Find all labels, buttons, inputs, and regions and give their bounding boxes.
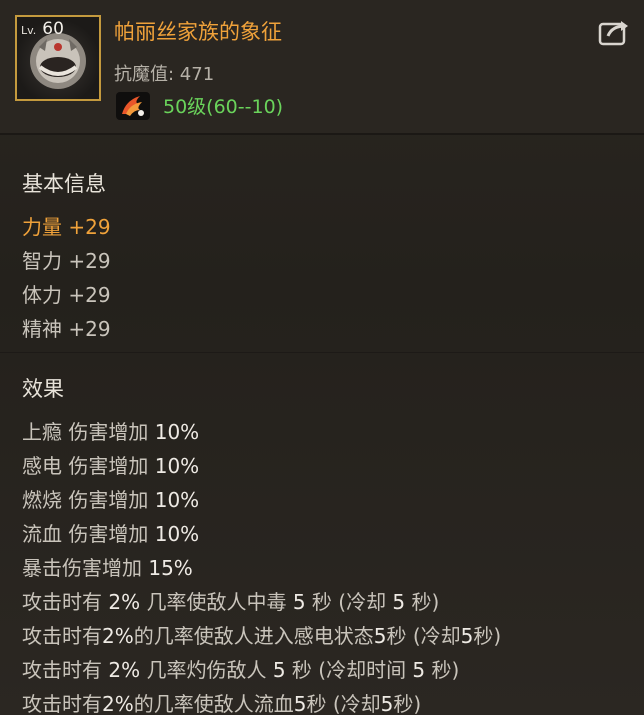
effect-text: 秒) — [425, 658, 460, 682]
attribute-label: 力量 — [22, 215, 62, 239]
effect-number: 5 — [392, 590, 406, 614]
effect-row: 上瘾 伤害增加 10% — [22, 416, 199, 445]
effect-row: 攻击时有 2% 几率使敌人中毒 5 秒 (冷却 5 秒) — [22, 586, 439, 615]
effect-number: 5 — [380, 692, 394, 715]
effect-number: 10% — [154, 454, 200, 478]
attribute-value: +29 — [68, 215, 111, 239]
flame-bird-icon — [122, 96, 144, 116]
effect-text: 几率灼伤敌人 — [140, 658, 273, 682]
effect-number: 2% — [102, 692, 134, 715]
effect-text: 流血 伤害增加 — [22, 522, 155, 546]
effect-text: 攻击时有 — [22, 590, 109, 614]
effect-text: 的几率使敌人流血 — [133, 692, 294, 715]
effect-row: 暴击伤害增加 15% — [22, 552, 193, 581]
effect-text: 秒) — [405, 590, 440, 614]
attribute-row: 智力 +29 — [22, 245, 111, 274]
attribute-value: +29 — [68, 317, 111, 341]
header-divider — [0, 133, 644, 135]
attribute-row: 力量 +29 — [22, 211, 111, 240]
effect-text: 秒 (冷却 — [305, 590, 393, 614]
item-icon-frame[interactable]: Lv. 60 — [15, 15, 101, 101]
effect-text: 燃烧 伤害增加 — [22, 488, 155, 512]
effect-row: 流血 伤害增加 10% — [22, 518, 199, 547]
section-divider — [0, 352, 644, 353]
effect-text: 秒) — [393, 692, 422, 715]
effects-title: 效果 — [22, 377, 64, 401]
effect-row: 攻击时有 2% 几率灼伤敌人 5 秒 (冷却时间 5 秒) — [22, 654, 459, 683]
attribute-label: 精神 — [22, 317, 62, 341]
attribute-row: 体力 +29 — [22, 279, 111, 308]
effect-text: 攻击时有 — [22, 692, 102, 715]
effect-number: 10% — [154, 488, 200, 512]
effect-text: 秒) — [473, 624, 502, 648]
effect-number: 5 — [460, 624, 474, 648]
effect-number: 5 — [373, 624, 387, 648]
effect-number: 10% — [154, 420, 200, 444]
effect-text: 上瘾 伤害增加 — [22, 420, 155, 444]
attribute-value: +29 — [68, 283, 111, 307]
level-prefix: Lv. — [21, 24, 37, 37]
grade-icon-frame — [116, 92, 150, 120]
effect-text: 秒 (冷却 — [306, 692, 381, 715]
effect-text: 攻击时有 — [22, 624, 102, 648]
effect-text: 感电 伤害增加 — [22, 454, 155, 478]
effect-row: 感电 伤害增加 10% — [22, 450, 199, 479]
attribute-label: 体力 — [22, 283, 62, 307]
effect-text: 攻击时有 — [22, 658, 109, 682]
item-name: 帕丽丝家族的象征 — [114, 20, 282, 44]
effect-number: 5 — [292, 590, 306, 614]
effect-row: 燃烧 伤害增加 10% — [22, 484, 199, 513]
share-arrow-icon — [598, 21, 628, 46]
effect-text: 的几率使敌人进入感电状态 — [133, 624, 374, 648]
effect-number: 10% — [154, 522, 200, 546]
share-button[interactable] — [598, 18, 632, 48]
attribute-row: 精神 +29 — [22, 313, 111, 342]
effect-text: 几率使敌人中毒 — [140, 590, 293, 614]
magic-resistance: 抗魔值: 471 — [114, 64, 215, 85]
effect-row: 攻击时有2%的几率使敌人进入感电状态5秒 (冷却5秒) — [22, 620, 501, 649]
attribute-label: 智力 — [22, 249, 62, 273]
item-tooltip: Lv. 60 帕丽丝家族的象征 抗魔值: 471 50级(60--10) 基本信息… — [0, 0, 644, 715]
effect-text: 暴击伤害增加 — [22, 556, 149, 580]
effect-number: 2% — [108, 658, 141, 682]
grade-level: 50级(60--10) — [163, 96, 284, 118]
effect-number: 5 — [412, 658, 426, 682]
effect-number: 5 — [293, 692, 307, 715]
effect-number: 2% — [108, 590, 141, 614]
basic-info-title: 基本信息 — [22, 172, 106, 196]
effect-row: 攻击时有2%的几率使敌人流血5秒 (冷却5秒) — [22, 688, 421, 715]
effect-number: 2% — [102, 624, 134, 648]
item-level-badge: Lv. 60 — [21, 19, 64, 39]
effect-number: 15% — [148, 556, 193, 580]
effect-number: 5 — [272, 658, 286, 682]
level-value: 60 — [42, 19, 64, 39]
attribute-value: +29 — [68, 249, 111, 273]
effect-text: 秒 (冷却时间 — [285, 658, 413, 682]
effect-text: 秒 (冷却 — [386, 624, 461, 648]
